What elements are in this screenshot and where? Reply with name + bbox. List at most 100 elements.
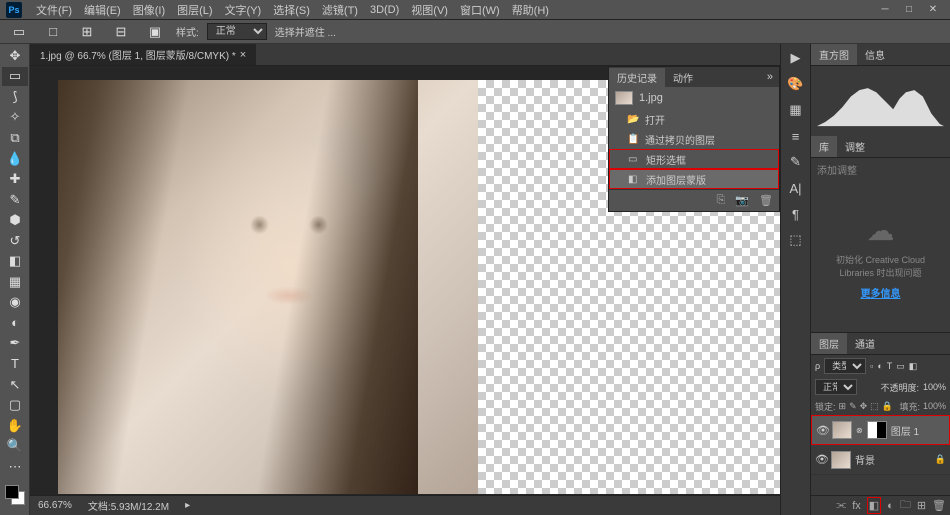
brush-panel-icon[interactable]: ✎ <box>788 154 804 170</box>
swatches-panel-icon[interactable]: ▦ <box>788 102 804 118</box>
zoom-level[interactable]: 66.67% <box>38 500 72 511</box>
actions-tab[interactable]: 动作 <box>665 68 701 87</box>
dodge-tool[interactable]: ◐ <box>2 313 28 333</box>
history-item[interactable]: ◧ 添加图层蒙版 <box>609 169 779 189</box>
move-tool[interactable]: ✥ <box>2 46 28 66</box>
channels-tab[interactable]: 通道 <box>847 333 883 354</box>
3d-panel-icon[interactable]: ⬚ <box>788 232 804 248</box>
history-tab[interactable]: 历史记录 <box>609 68 665 87</box>
menu-file[interactable]: 文件(F) <box>30 2 78 18</box>
fill-value[interactable]: 100% <box>923 401 946 411</box>
info-tab[interactable]: 信息 <box>857 44 893 65</box>
menu-filter[interactable]: 滤镜(T) <box>316 2 364 18</box>
lib-tab[interactable]: 库 <box>811 136 837 157</box>
stamp-tool[interactable]: ⬢ <box>2 210 28 230</box>
window-minimize[interactable]: ─ <box>874 3 896 17</box>
history-panel-icon[interactable]: ▶ <box>788 50 804 66</box>
status-arrow-icon[interactable]: ▸ <box>185 500 190 511</box>
style-select[interactable]: 正常 <box>207 23 267 40</box>
document-tab[interactable]: 1.jpg @ 66.7% (图层 1, 图层蒙版/8/CMYK) * × <box>30 44 256 65</box>
opacity-value[interactable]: 100% <box>923 382 946 392</box>
trash-icon[interactable]: 🗑 <box>759 194 773 207</box>
lock-all-icon[interactable]: 🔒 <box>882 401 893 412</box>
history-item[interactable]: ▭ 矩形选框 <box>609 149 779 169</box>
lock-position-icon[interactable]: ✥ <box>860 401 868 412</box>
layers-tab[interactable]: 图层 <box>811 333 847 354</box>
lasso-tool[interactable]: ⟆ <box>2 87 28 107</box>
eyedropper-tool[interactable]: 💧 <box>2 149 28 169</box>
window-maximize[interactable]: □ <box>898 3 920 17</box>
pen-tool[interactable]: ✒ <box>2 334 28 354</box>
filter-type-icon[interactable]: T <box>887 361 893 371</box>
filter-shape-icon[interactable]: ▭ <box>896 361 905 372</box>
create-doc-icon[interactable]: ⎘ <box>717 194 726 207</box>
edit-toolbar[interactable]: ⋯ <box>2 457 28 477</box>
color-picker[interactable] <box>5 485 25 505</box>
shape-tool[interactable]: ▢ <box>2 395 28 415</box>
history-snapshot[interactable]: 1.jpg <box>609 87 779 109</box>
menu-window[interactable]: 窗口(W) <box>454 2 506 18</box>
marquee-add[interactable]: ⊞ <box>74 22 100 42</box>
canvas-viewport[interactable]: 历史记录 动作 » 1.jpg 📂 打开 📋 通过拷贝的图层 <box>30 66 780 495</box>
layer-mask-thumb[interactable] <box>867 421 887 439</box>
new-adjustment-icon[interactable]: ◐ <box>887 500 894 512</box>
filter-adj-icon[interactable]: ◐ <box>877 361 882 371</box>
marquee-new-selection[interactable]: □ <box>40 22 66 42</box>
menu-edit[interactable]: 编辑(E) <box>78 2 127 18</box>
zoom-tool[interactable]: 🔍 <box>2 436 28 456</box>
lib-more-info-link[interactable]: 更多信息 <box>861 285 901 300</box>
menu-type[interactable]: 文字(Y) <box>219 2 268 18</box>
menu-select[interactable]: 选择(S) <box>267 2 316 18</box>
histogram-tab[interactable]: 直方图 <box>811 44 857 65</box>
marquee-subtract[interactable]: ⊟ <box>108 22 134 42</box>
new-group-icon[interactable]: 🗀 <box>900 496 911 515</box>
select-mask-button[interactable]: 选择并遮住 ... <box>275 24 336 39</box>
layer-item[interactable]: 👁 背景 🔒 <box>811 445 950 475</box>
blend-mode-select[interactable]: 正常 <box>815 379 857 395</box>
para-panel-icon[interactable]: ¶ <box>788 206 804 222</box>
history-brush-tool[interactable]: ↺ <box>2 231 28 251</box>
history-item[interactable]: 📂 打开 <box>609 109 779 129</box>
layer-thumb[interactable] <box>831 451 851 469</box>
menu-help[interactable]: 帮助(H) <box>506 2 555 18</box>
layer-fx-icon[interactable]: fx <box>852 500 861 512</box>
layer-item[interactable]: 👁 ⊗ 图层 1 <box>811 415 950 445</box>
path-tool[interactable]: ↖ <box>2 375 28 395</box>
filter-pixel-icon[interactable]: ▫ <box>870 361 873 371</box>
layers-panel-icon[interactable]: ≡ <box>788 128 804 144</box>
layer-name[interactable]: 图层 1 <box>891 423 919 438</box>
blur-tool[interactable]: ◉ <box>2 293 28 313</box>
visibility-icon[interactable]: 👁 <box>815 453 827 466</box>
window-close[interactable]: ✕ <box>922 3 944 17</box>
healing-tool[interactable]: ✚ <box>2 169 28 189</box>
crop-tool[interactable]: ⧉ <box>2 128 28 148</box>
add-mask-icon[interactable]: ◧ <box>867 497 881 514</box>
marquee-intersect[interactable]: ▣ <box>142 22 168 42</box>
menu-image[interactable]: 图像(I) <box>127 2 171 18</box>
type-tool[interactable]: T <box>2 354 28 374</box>
kind-select[interactable]: 类型 <box>824 358 866 374</box>
hand-tool[interactable]: ✋ <box>2 416 28 436</box>
gradient-tool[interactable]: ▦ <box>2 272 28 292</box>
brush-tool[interactable]: ✎ <box>2 190 28 210</box>
magic-wand-tool[interactable]: ✧ <box>2 108 28 128</box>
camera-icon[interactable]: 📷 <box>735 194 749 207</box>
marquee-tool-indicator[interactable]: ▭ <box>6 22 32 42</box>
color-panel-icon[interactable]: 🎨 <box>788 76 804 92</box>
menu-layer[interactable]: 图层(L) <box>171 2 218 18</box>
filter-smart-icon[interactable]: ◧ <box>909 361 918 372</box>
lock-transparent-icon[interactable]: ⊞ <box>839 401 847 412</box>
visibility-icon[interactable]: 👁 <box>816 424 828 437</box>
foreground-color[interactable] <box>5 485 19 499</box>
menu-3d[interactable]: 3D(D) <box>364 4 405 16</box>
menu-view[interactable]: 视图(V) <box>405 2 454 18</box>
link-layers-icon[interactable]: ⫘ <box>836 499 846 512</box>
layer-thumb[interactable] <box>832 421 852 439</box>
new-layer-icon[interactable]: ⊞ <box>917 499 926 512</box>
lock-artboard-icon[interactable]: ⬚ <box>870 401 879 412</box>
layer-name[interactable]: 背景 <box>855 452 875 467</box>
delete-layer-icon[interactable]: 🗑 <box>932 499 946 512</box>
marquee-tool[interactable]: ▭ <box>2 67 28 87</box>
adjust-tab[interactable]: 调整 <box>837 136 873 157</box>
lock-pixels-icon[interactable]: ✎ <box>849 401 857 412</box>
